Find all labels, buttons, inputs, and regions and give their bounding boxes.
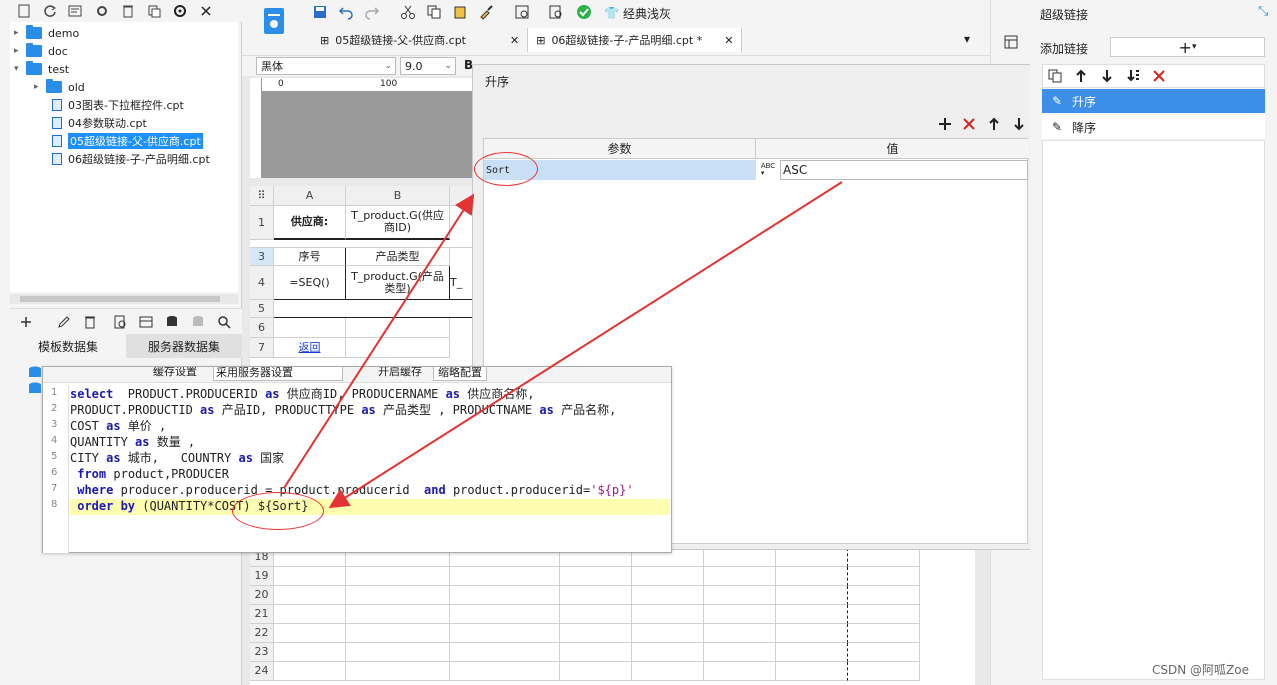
arrow-sql-to-param (283, 193, 475, 489)
annotation-arrows (283, 181, 843, 509)
arrow-value-to-sql (328, 181, 843, 509)
